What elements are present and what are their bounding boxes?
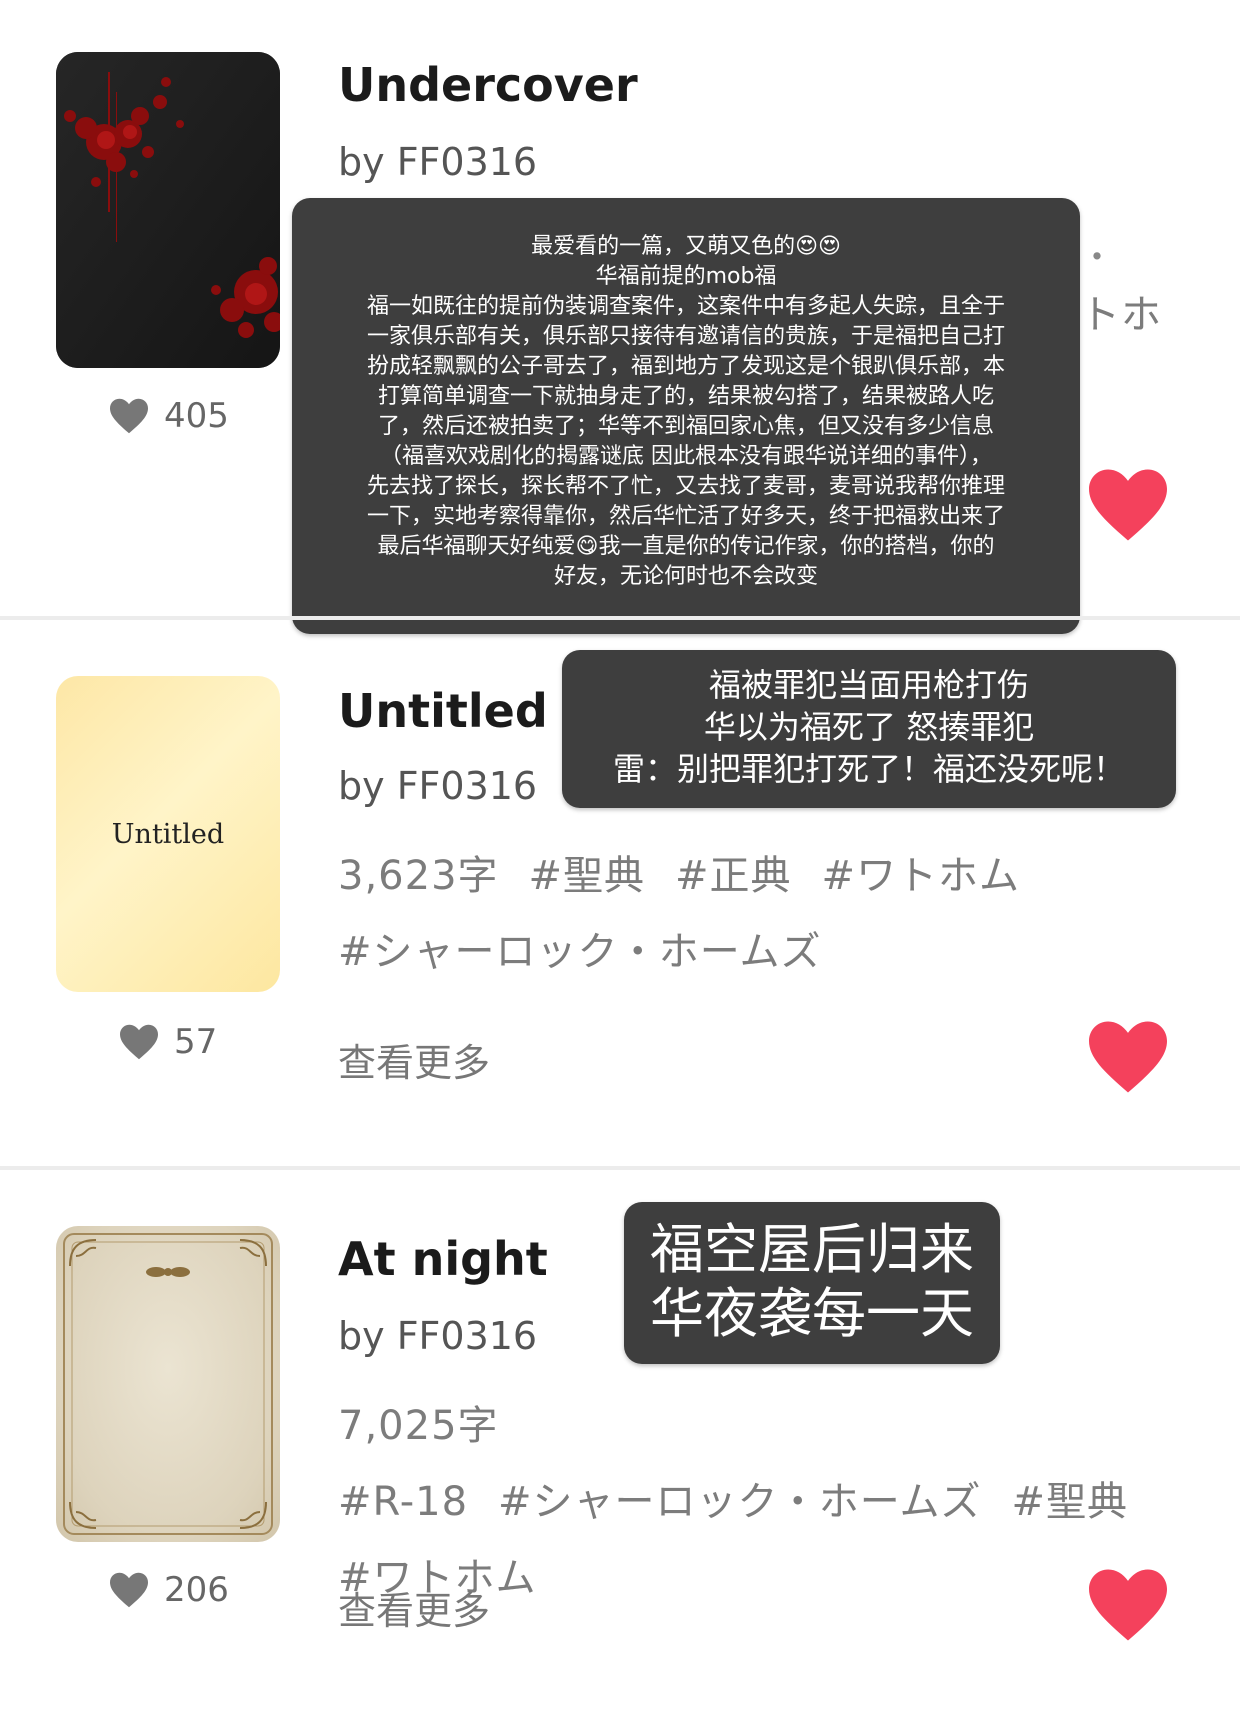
like-count: 405 [108, 396, 229, 436]
note-line: 华夜袭每一天 [650, 1282, 974, 1345]
divider [0, 616, 1240, 620]
note-line: 扮成轻飘飘的公子哥去了，福到地方了发现这是个银趴俱乐部，本 [366, 354, 1005, 379]
like-count: 206 [108, 1570, 229, 1610]
tag-link[interactable]: #シャーロック・ホームズ [498, 1479, 982, 1525]
note-line: 华福前提的mob福 [595, 264, 777, 289]
cover-untitled[interactable]: Untitled [56, 676, 280, 992]
cover-at-night[interactable] [56, 1226, 280, 1542]
note-line: 好友，无论何时也不会改变 [553, 564, 818, 589]
note-line: 福空屋后归来 [650, 1218, 974, 1281]
note-line: 福被罪犯当面用枪打伤 [708, 666, 1029, 704]
work-title[interactable]: Undercover [338, 58, 638, 112]
work-title[interactable]: Untitled [338, 684, 548, 738]
tag-link[interactable]: #聖典 [529, 853, 646, 899]
heart-outline-icon [110, 1572, 148, 1608]
heart-outline-icon [120, 1024, 158, 1060]
word-count: 7,025字 [338, 1403, 499, 1449]
like-heart-icon[interactable] [1084, 466, 1172, 544]
note-line: 雷：别把罪犯打死了！福还没死呢！ [612, 750, 1125, 788]
tag-fragment-dot: ・ [1080, 238, 1114, 278]
note-line: 先去找了探长，探长帮不了忙，又去找了麦哥，麦哥说我帮你推理 [366, 474, 1005, 499]
tag-link[interactable]: #ワトホム [822, 853, 1021, 899]
cover-undercover[interactable] [56, 52, 280, 368]
tag-link[interactable]: #聖典 [1012, 1479, 1129, 1525]
note-overlay-untitled: 福被罪犯当面用枪打伤 华以为福死了 怒揍罪犯 雷：别把罪犯打死了！福还没死呢！ [562, 650, 1176, 808]
divider [0, 1166, 1240, 1170]
like-count-value: 206 [164, 1570, 229, 1610]
tag-link[interactable]: #正典 [675, 853, 792, 899]
note-overlay-at-night: 福空屋后归来 华夜袭每一天 [624, 1202, 1000, 1364]
note-line: 一下，实地考察得靠你，然后华忙活了好多天，终于把福救出来了 [366, 504, 1005, 529]
like-heart-icon[interactable] [1084, 1018, 1172, 1096]
see-more-link[interactable]: 查看更多 [338, 1580, 490, 1635]
like-heart-icon[interactable] [1084, 1566, 1172, 1644]
work-tags: 3,623字 #聖典 #正典 #ワトホム#シャーロック・ホームズ [338, 838, 1198, 990]
word-count: 3,623字 [338, 853, 499, 899]
note-line: （福喜欢戏剧化的揭露谜底 因此根本没有跟华说详细的事件）， [380, 444, 992, 469]
like-count: 57 [118, 1022, 217, 1062]
cover-title-text: Untitled [111, 818, 225, 850]
note-line: 最后华福聊天好纯爱😋我一直是你的传记作家，你的搭档，你的 [377, 534, 995, 559]
like-count-value: 405 [164, 396, 229, 436]
work-author[interactable]: by FF0316 [338, 140, 537, 184]
note-overlay-undercover: 最爱看的一篇，又萌又色的😍😍 华福前提的mob福 福一如既往的提前伪装调查案件，… [292, 198, 1080, 634]
heart-outline-icon [110, 398, 148, 434]
note-line: 福一如既往的提前伪装调查案件，这案件中有多起人失踪，且全于 [366, 294, 1005, 319]
work-author[interactable]: by FF0316 [338, 1314, 537, 1358]
tag-link[interactable]: #シャーロック・ホームズ [338, 929, 822, 975]
see-more-link[interactable]: 查看更多 [338, 1032, 490, 1087]
tag-fragment[interactable]: トホ [1080, 290, 1190, 340]
blood-splatter-art [56, 52, 280, 368]
work-title[interactable]: At night [338, 1232, 548, 1286]
note-line: 打算简单调查一下就抽身走了的，结果被勾搭了，结果被路人吃 [377, 384, 994, 409]
like-count-value: 57 [174, 1022, 218, 1062]
note-line: 华以为福死了 怒揍罪犯 [703, 708, 1035, 746]
note-line: 了，然后还被拍卖了；华等不到福回家心焦，但又没有多少信息 [377, 414, 994, 439]
work-author[interactable]: by FF0316 [338, 764, 537, 808]
ornate-frame-art [63, 1233, 273, 1535]
tag-link[interactable]: #R-18 [338, 1479, 468, 1525]
note-line: 最爱看的一篇，又萌又色的😍😍 [531, 234, 841, 259]
note-line: 一家俱乐部有关，俱乐部只接待有邀请信的贵族，于是福把自己打 [366, 324, 1005, 349]
